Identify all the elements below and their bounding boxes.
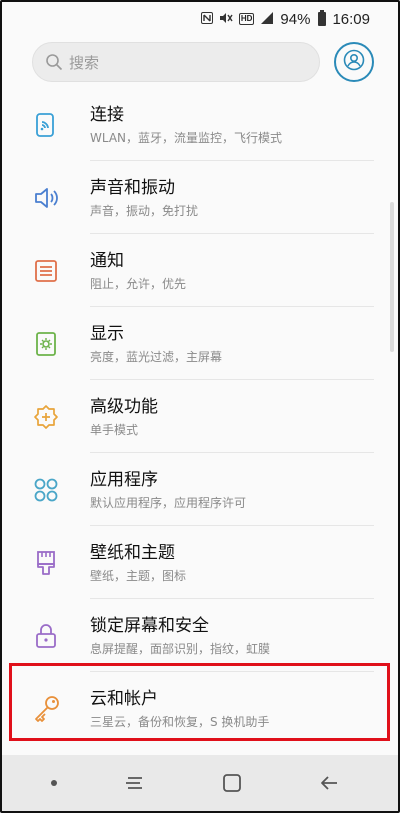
item-subtitle: 壁纸，主题，图标: [90, 569, 187, 583]
search-input[interactable]: 搜索: [32, 42, 320, 82]
item-title: 通知: [90, 251, 124, 271]
item-title: 显示: [90, 324, 124, 344]
search-icon: [45, 53, 63, 71]
item-subtitle: 三星云，备份和恢复，S 换机助手: [90, 715, 270, 729]
item-title: 锁定屏幕和安全: [90, 616, 209, 636]
item-subtitle: 亮度，蓝光过滤，主屏幕: [90, 350, 223, 364]
recent-apps-button[interactable]: [114, 763, 154, 803]
item-title: 云和帐户: [90, 689, 158, 709]
back-arrow-icon: [321, 776, 338, 790]
speaker-icon: [2, 161, 90, 234]
settings-item-apps[interactable]: 应用程序 默认应用程序，应用程序许可: [2, 453, 398, 526]
item-subtitle: 声音，振动，免打扰: [90, 204, 199, 218]
apps-icon: [2, 453, 90, 526]
item-title: 应用程序: [90, 470, 158, 490]
recents-icon: [126, 777, 143, 789]
connections-icon: [2, 88, 90, 161]
key-icon: [2, 672, 90, 745]
display-icon: [2, 307, 90, 380]
item-subtitle: 息屏提醒，面部识别，指纹，虹膜: [90, 642, 271, 656]
item-title: 壁纸和主题: [90, 543, 175, 563]
item-subtitle: 单手模式: [90, 423, 139, 437]
nfc-icon: [200, 11, 213, 27]
profile-icon: [343, 49, 365, 75]
settings-item-notifications[interactable]: 通知 阻止，允许，优先: [2, 234, 398, 307]
signal-icon: [260, 11, 274, 27]
mute-icon: [219, 12, 233, 27]
home-button[interactable]: [212, 763, 252, 803]
battery-percent: 94%: [280, 10, 311, 28]
search-row: 搜索: [2, 36, 398, 88]
settings-list: 连接 WLAN，蓝牙，流量监控，飞行模式 声音和振动 声音，振动，免打扰 通知 …: [2, 88, 398, 745]
lock-icon: [2, 599, 90, 672]
item-subtitle: 阻止，允许，优先: [90, 277, 187, 291]
settings-item-display[interactable]: 显示 亮度，蓝光过滤，主屏幕: [2, 307, 398, 380]
clock: 16:09: [332, 10, 370, 28]
scrollbar[interactable]: [390, 202, 394, 352]
settings-item-connections[interactable]: 连接 WLAN，蓝牙，流量监控，飞行模式: [2, 88, 398, 161]
settings-item-lockscreen[interactable]: 锁定屏幕和安全 息屏提醒，面部识别，指纹，虹膜: [2, 599, 398, 672]
notification-icon: [2, 234, 90, 307]
brush-icon: [2, 526, 90, 599]
home-icon: [222, 774, 241, 792]
battery-icon: [318, 10, 327, 26]
settings-item-wallpaper[interactable]: 壁纸和主题 壁纸，主题，图标: [2, 526, 398, 599]
advanced-features-icon: [2, 380, 90, 453]
back-button[interactable]: [309, 763, 349, 803]
item-title: 声音和振动: [90, 178, 175, 198]
hd-badge: HD: [238, 13, 255, 25]
search-placeholder: 搜索: [69, 53, 100, 72]
settings-item-advanced[interactable]: 高级功能 单手模式: [2, 380, 398, 453]
dot-indicator-icon[interactable]: [50, 780, 57, 786]
settings-item-sound[interactable]: 声音和振动 声音，振动，免打扰: [2, 161, 398, 234]
phone-screen: HD 94% 16:09 搜索 连接 WLAN，蓝牙，流量监控，飞行模式 声音和…: [0, 0, 400, 813]
item-title: 高级功能: [90, 397, 158, 417]
item-subtitle: 默认应用程序，应用程序许可: [90, 496, 247, 510]
settings-item-cloud-accounts[interactable]: 云和帐户 三星云，备份和恢复，S 换机助手: [2, 672, 398, 745]
status-bar: HD 94% 16:09: [2, 2, 398, 36]
profile-button[interactable]: [334, 42, 374, 82]
item-subtitle: WLAN，蓝牙，流量监控，飞行模式: [90, 131, 283, 145]
item-title: 连接: [90, 105, 124, 125]
navigation-bar: [2, 755, 398, 811]
